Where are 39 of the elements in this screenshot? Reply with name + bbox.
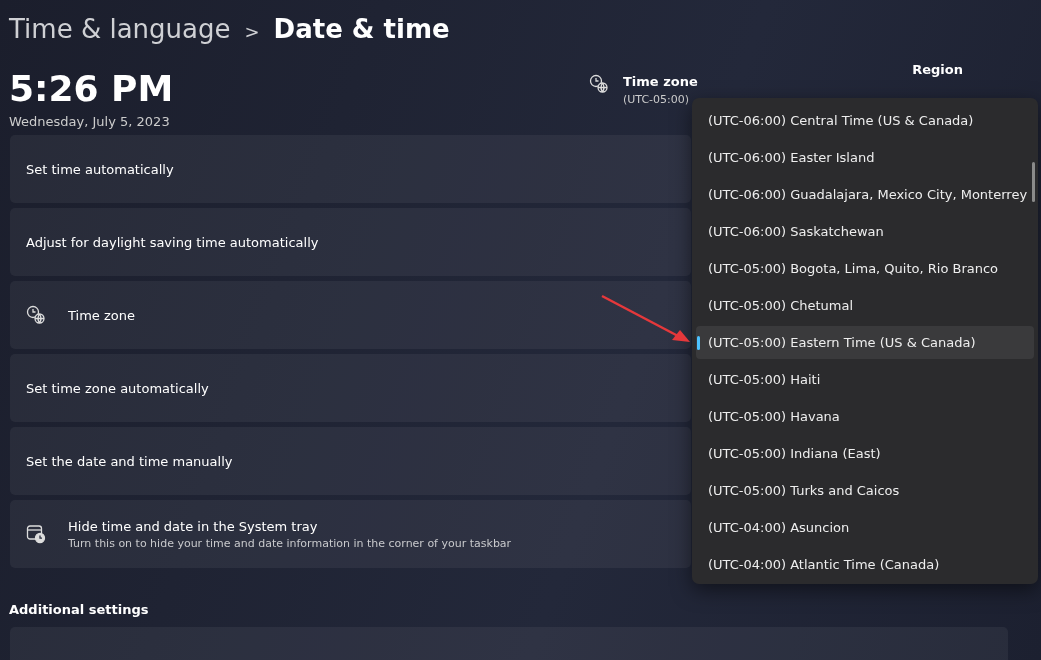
setting-label: Set the date and time manually: [26, 453, 233, 469]
time-zone-option[interactable]: (UTC-05:00) Chetumal: [696, 289, 1034, 322]
time-zone-option[interactable]: (UTC-04:00) Asuncion: [696, 511, 1034, 544]
scrollbar[interactable]: [1032, 162, 1035, 202]
time-zone-option[interactable]: (UTC-05:00) Havana: [696, 400, 1034, 433]
calendar-clock-icon: [26, 524, 46, 544]
time-zone-option[interactable]: (UTC-06:00) Easter Island: [696, 141, 1034, 174]
section-heading: Additional settings: [8, 601, 150, 617]
time-zone-option[interactable]: (UTC-05:00) Turks and Caicos: [696, 474, 1034, 507]
clock-globe-icon: [26, 305, 46, 325]
setting-card[interactable]: Adjust for daylight saving time automatically: [10, 208, 691, 276]
current-date: Wednesday, July 5, 2023: [9, 114, 171, 129]
setting-card[interactable]: Set time zone automatically: [10, 354, 691, 422]
setting-card[interactable]: Set the date and time manually: [10, 427, 691, 495]
page-title: Date & time: [273, 14, 450, 44]
setting-card[interactable]: Set time automatically: [10, 135, 691, 203]
time-zone-option[interactable]: (UTC-05:00) Bogota, Lima, Quito, Rio Branco: [696, 252, 1034, 285]
breadcrumb-separator: >: [244, 21, 260, 42]
setting-label: Time zone: [68, 307, 135, 323]
setting-label: Adjust for daylight saving time automatically: [26, 234, 319, 250]
time-zone-value: (UTC-05:00): [623, 93, 691, 106]
current-time: 5:26 PM: [9, 68, 175, 110]
region-label: Region: [912, 62, 963, 77]
setting-card[interactable]: Hide time and date in the System tray Turn this on to hide your time and date information in the corner of your taskbar: [10, 500, 691, 568]
breadcrumb-parent[interactable]: Time & language: [9, 14, 231, 44]
time-zone-option[interactable]: (UTC-05:00) Indiana (East): [696, 437, 1034, 470]
setting-label: Hide time and date in the System tray: [68, 518, 319, 534]
time-zone-option[interactable]: (UTC-05:00) Eastern Time (US & Canada): [696, 326, 1034, 359]
clock-globe-icon: [589, 74, 609, 94]
setting-description: Turn this on to hide your time and date information in the corner of your taskbar: [68, 536, 512, 550]
time-zone-option[interactable]: (UTC-06:00) Central Time (US & Canada): [696, 104, 1034, 137]
setting-label: Set time zone automatically: [26, 380, 209, 396]
time-zone-option[interactable]: (UTC-05:00) Haiti: [696, 363, 1034, 396]
time-zone-option[interactable]: (UTC-04:00) Atlantic Time (Canada): [696, 548, 1034, 581]
setting-card[interactable]: Time zone: [10, 281, 691, 349]
setting-label: Set time automatically: [26, 161, 174, 177]
time-zone-option[interactable]: (UTC-06:00) Saskatchewan: [696, 215, 1034, 248]
time-zone-option[interactable]: (UTC-06:00) Guadalajara, Mexico City, Monterrey: [696, 178, 1034, 211]
time-zone-label: Time zone: [623, 74, 698, 89]
